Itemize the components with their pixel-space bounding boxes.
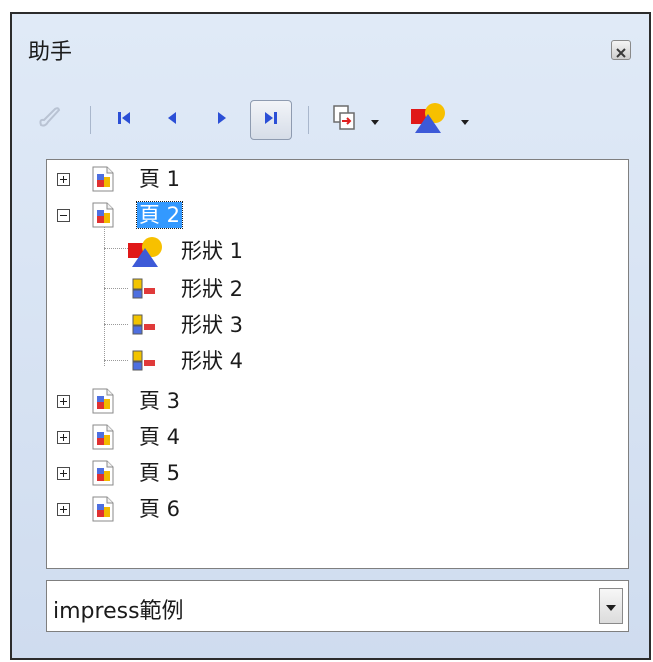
first-icon bbox=[114, 108, 134, 132]
collapse-icon[interactable] bbox=[57, 209, 70, 222]
toolbar-separator bbox=[308, 106, 309, 134]
drag-mode-dropdown[interactable] bbox=[320, 100, 390, 140]
tree-item-shape-3[interactable]: 形狀 3 bbox=[47, 308, 627, 342]
next-slide-button[interactable] bbox=[202, 100, 242, 140]
last-slide-button[interactable] bbox=[250, 100, 292, 140]
chevron-down-icon bbox=[460, 111, 470, 130]
page-icon bbox=[91, 424, 115, 450]
window-title: 助手 bbox=[28, 40, 73, 65]
tree-item-label: 頁 3 bbox=[139, 389, 181, 413]
tree-item-page-2[interactable]: 頁 2 bbox=[47, 198, 627, 232]
tree-item-shape-2[interactable]: 形狀 2 bbox=[47, 272, 627, 306]
tree-item-shape-1[interactable]: 形狀 1 bbox=[47, 234, 627, 268]
tree-item-page-1[interactable]: 頁 1 bbox=[47, 162, 627, 196]
tree-item-label: 頁 1 bbox=[139, 167, 181, 191]
chevron-down-icon bbox=[605, 597, 617, 616]
first-slide-button[interactable] bbox=[104, 100, 144, 140]
document-select-button[interactable] bbox=[599, 588, 623, 624]
navigator-toolbar bbox=[28, 100, 628, 140]
object-icon bbox=[131, 278, 157, 300]
page-icon bbox=[91, 496, 115, 522]
close-button[interactable] bbox=[611, 40, 631, 60]
navigator-tree[interactable]: 頁 1 頁 2 形狀 1 形狀 2 形狀 3 形狀 4 頁 3 頁 4 頁 5 … bbox=[46, 159, 629, 569]
expand-icon[interactable] bbox=[57, 173, 70, 186]
tree-item-page-6[interactable]: 頁 6 bbox=[47, 492, 627, 526]
expand-icon[interactable] bbox=[57, 467, 70, 480]
titlebar: 助手 bbox=[12, 14, 649, 80]
next-icon bbox=[212, 108, 232, 132]
last-icon bbox=[261, 108, 281, 132]
shapes-icon bbox=[127, 236, 163, 268]
page-icon bbox=[91, 460, 115, 486]
page-icon bbox=[91, 388, 115, 414]
close-icon bbox=[615, 44, 627, 58]
tree-item-label: 頁 4 bbox=[139, 425, 181, 449]
object-icon bbox=[131, 350, 157, 372]
tree-item-page-4[interactable]: 頁 4 bbox=[47, 420, 627, 454]
page-icon bbox=[91, 166, 115, 192]
document-select-value: impress範例 bbox=[53, 599, 184, 624]
navigator-window: 助手 頁 1 頁 2 形狀 1 形狀 2 形狀 3 形狀 4 頁 3 頁 4 頁… bbox=[10, 12, 651, 660]
previous-slide-button[interactable] bbox=[152, 100, 192, 140]
toolbar-separator bbox=[90, 106, 91, 134]
insert-link-icon bbox=[330, 103, 360, 137]
tree-item-page-3[interactable]: 頁 3 bbox=[47, 384, 627, 418]
chevron-down-icon bbox=[370, 111, 380, 130]
object-icon bbox=[131, 314, 157, 336]
drag-mode-button[interactable] bbox=[32, 100, 68, 140]
tree-item-label: 形狀 1 bbox=[181, 239, 244, 263]
show-shapes-dropdown[interactable] bbox=[400, 100, 480, 140]
tree-item-label: 頁 5 bbox=[139, 461, 181, 485]
tree-item-label: 形狀 3 bbox=[181, 313, 244, 337]
previous-icon bbox=[162, 108, 182, 132]
tree-item-page-5[interactable]: 頁 5 bbox=[47, 456, 627, 490]
tree-item-label: 形狀 4 bbox=[181, 349, 244, 373]
page-icon bbox=[91, 202, 115, 228]
expand-icon[interactable] bbox=[57, 395, 70, 408]
tree-item-shape-4[interactable]: 形狀 4 bbox=[47, 344, 627, 378]
shapes-icon bbox=[410, 102, 446, 138]
expand-icon[interactable] bbox=[57, 431, 70, 444]
tree-item-label: 頁 6 bbox=[139, 497, 181, 521]
tree-item-label: 形狀 2 bbox=[181, 277, 244, 301]
tree-item-label: 頁 2 bbox=[135, 201, 184, 229]
expand-icon[interactable] bbox=[57, 503, 70, 516]
document-select[interactable]: impress範例 bbox=[46, 580, 629, 632]
pen-icon bbox=[35, 103, 65, 137]
